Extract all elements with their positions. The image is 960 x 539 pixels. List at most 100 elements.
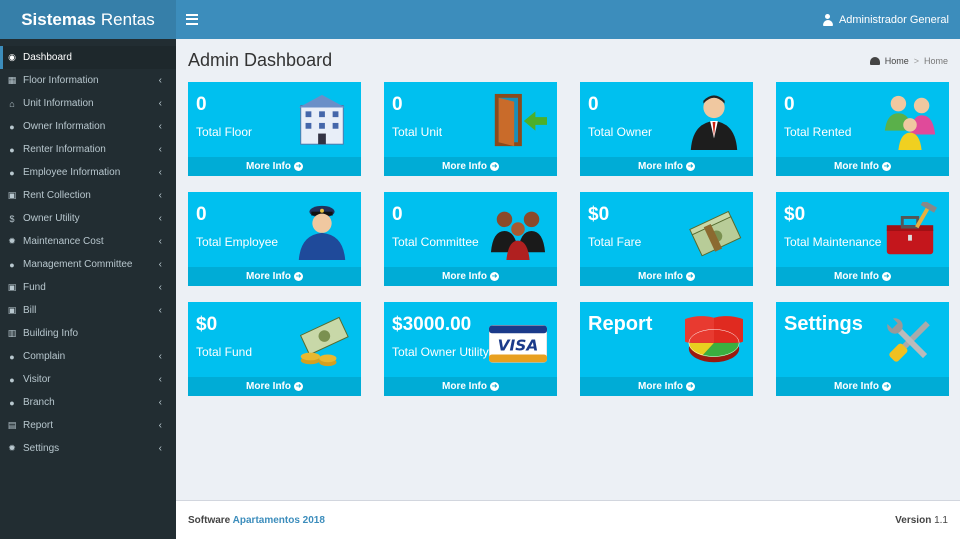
user-icon: ● — [9, 167, 15, 178]
info-box-settings[interactable]: Settings More Info ➜ — [776, 302, 949, 396]
sidebar-item-renter-information[interactable]: ● Renter Information ‹ — [0, 138, 176, 161]
more-info-link[interactable]: More Info ➜ — [580, 157, 753, 176]
sidebar-item-label: Employee Information — [23, 167, 121, 178]
money-icon: ▣ — [7, 190, 17, 200]
sidebar-item-branch[interactable]: ● Branch ‹ — [0, 391, 176, 414]
more-info-label: More Info — [246, 161, 291, 172]
info-box-value: 0 — [196, 204, 207, 225]
info-box-total-fund[interactable]: $0 Total Fund More Info ➜ — [188, 302, 361, 396]
sidebar-item-settings[interactable]: ✹ Settings ‹ — [0, 437, 176, 460]
user-icon — [822, 13, 833, 26]
footer-version: Version 1.1 — [895, 515, 948, 526]
sidebar-item-label: Unit Information — [23, 98, 94, 109]
sidebar-item-report[interactable]: ▤ Report ‹ — [0, 414, 176, 437]
visa-card-icon: VISA — [488, 312, 548, 370]
info-box-value: 0 — [196, 94, 207, 115]
sidebar: ◉ Dashboard ▦ Floor Information ‹ ⌂ Unit Infor… — [0, 39, 176, 539]
sidebar-item-floor-information[interactable]: ▦ Floor Information ‹ — [0, 69, 176, 92]
info-box-label: Total Maintenance — [784, 235, 882, 249]
footer-brand: Software Apartamentos 2018 — [188, 515, 325, 526]
family-icon — [881, 92, 939, 150]
info-box-total-maintenance[interactable]: $0 Total Maintenance More Info ➜ — [776, 192, 949, 286]
dashboard-icon — [869, 57, 880, 65]
info-box-total-rented[interactable]: 0 Total Rented More Info ➜ — [776, 82, 949, 176]
sidebar-item-visitor[interactable]: ● Visitor ‹ — [0, 368, 176, 391]
menu-toggle-icon[interactable] — [186, 11, 198, 27]
arrow-circle-right-icon: ➜ — [490, 162, 499, 171]
sidebar-item-label: Report — [23, 420, 54, 431]
info-box-total-employee[interactable]: 0 Total Employee More Info ➜ — [188, 192, 361, 286]
page-title: Admin Dashboard — [188, 50, 333, 70]
more-info-label: More Info — [442, 161, 487, 172]
footer-brand-link[interactable]: Apartamentos 2018 — [233, 515, 325, 526]
sidebar-item-complain[interactable]: ● Complain ‹ — [0, 345, 176, 368]
chevron-left-icon: ‹ — [158, 259, 162, 270]
info-box-value: $0 — [588, 204, 610, 225]
more-info-label: More Info — [834, 381, 879, 392]
more-info-link[interactable]: More Info ➜ — [188, 267, 361, 286]
money-icon: ▣ — [7, 282, 17, 292]
sidebar-item-dashboard[interactable]: ◉ Dashboard — [0, 46, 176, 69]
more-info-link[interactable]: More Info ➜ — [384, 157, 557, 176]
sidebar-item-owner-information[interactable]: ● Owner Information ‹ — [0, 115, 176, 138]
sidebar-item-unit-information[interactable]: ⌂ Unit Information ‹ — [0, 92, 176, 115]
sidebar-item-label: Settings — [23, 443, 60, 454]
info-box-total-committee[interactable]: 0 Total Committee More Info ➜ — [384, 192, 557, 286]
more-info-link[interactable]: More Info ➜ — [384, 267, 557, 286]
info-box-total-unit[interactable]: 0 Total Unit More Info ➜ — [384, 82, 557, 176]
sidebar-item-fund[interactable]: ▣ Fund ‹ — [0, 276, 176, 299]
more-info-link[interactable]: More Info ➜ — [776, 377, 949, 396]
gear-icon: ✹ — [8, 236, 16, 246]
more-info-link[interactable]: More Info ➜ — [580, 377, 753, 396]
arrow-circle-right-icon: ➜ — [294, 162, 303, 171]
chevron-left-icon: ‹ — [158, 351, 162, 362]
sidebar-item-maintenance-cost[interactable]: ✹ Maintenance Cost ‹ — [0, 230, 176, 253]
info-box-total-floor[interactable]: 0 Total Floor More Info ➜ — [188, 82, 361, 176]
info-box-value: 0 — [588, 94, 599, 115]
more-info-link[interactable]: More Info ➜ — [188, 377, 361, 396]
sidebar-item-building-info[interactable]: ▥ Building Info — [0, 322, 176, 345]
sidebar-item-label: Rent Collection — [23, 190, 91, 201]
info-box-report[interactable]: Report More Info ➜ — [580, 302, 754, 396]
info-box-label: Total Rented — [784, 125, 852, 139]
chevron-left-icon: ‹ — [158, 397, 162, 408]
top-navbar: Administrador General — [176, 0, 960, 39]
sidebar-item-label: Bill — [23, 305, 37, 316]
more-info-link[interactable]: More Info ➜ — [384, 377, 557, 396]
sidebar-item-bill[interactable]: ▣ Bill ‹ — [0, 299, 176, 322]
gear-icon: ✹ — [8, 443, 16, 453]
more-info-label: More Info — [834, 161, 879, 172]
info-box-total-owner-utility[interactable]: VISA $3000.00 Total Owner Utility More Info… — [384, 302, 557, 396]
more-info-link[interactable]: More Info ➜ — [776, 157, 949, 176]
breadcrumb-current: Home — [923, 56, 948, 66]
chevron-left-icon: ‹ — [158, 190, 162, 201]
chevron-left-icon: ‹ — [158, 374, 162, 385]
pie-chart-icon — [674, 312, 754, 370]
more-info-link[interactable]: More Info ➜ — [580, 267, 753, 286]
sidebar-item-label: Visitor — [23, 374, 51, 385]
info-box-label: Total Owner — [588, 125, 653, 139]
chevron-left-icon: ‹ — [158, 167, 162, 178]
breadcrumb: Home > Home — [869, 56, 948, 66]
arrow-circle-right-icon: ➜ — [686, 382, 695, 391]
app-logo[interactable]: Sistemas Rentas — [0, 0, 176, 39]
breadcrumb-home[interactable]: Home — [885, 56, 909, 66]
user-icon: ● — [9, 144, 15, 155]
footer-software: Software — [188, 515, 231, 526]
arrow-circle-right-icon: ➜ — [882, 272, 891, 281]
sidebar-item-label: Maintenance Cost — [23, 236, 104, 247]
user-menu[interactable]: Administrador General — [822, 0, 949, 39]
more-info-link[interactable]: More Info ➜ — [776, 267, 949, 286]
sidebar-item-employee-information[interactable]: ● Employee Information ‹ — [0, 161, 176, 184]
more-info-link[interactable]: More Info ➜ — [188, 157, 361, 176]
sidebar-item-owner-utility[interactable]: $ Owner Utility ‹ — [0, 207, 176, 230]
version-label: Version — [895, 515, 932, 526]
info-box-total-fare[interactable]: $0 Total Fare More Info ➜ — [580, 192, 753, 286]
arrow-circle-right-icon: ➜ — [882, 382, 891, 391]
info-box-label: Total Floor — [196, 125, 253, 139]
info-box-total-owner[interactable]: 0 Total Owner More Info ➜ — [580, 82, 753, 176]
sidebar-item-management-committee[interactable]: ● Management Committee ‹ — [0, 253, 176, 276]
chevron-left-icon: ‹ — [158, 98, 162, 109]
arrow-circle-right-icon: ➜ — [686, 272, 695, 281]
sidebar-item-rent-collection[interactable]: ▣ Rent Collection ‹ — [0, 184, 176, 207]
